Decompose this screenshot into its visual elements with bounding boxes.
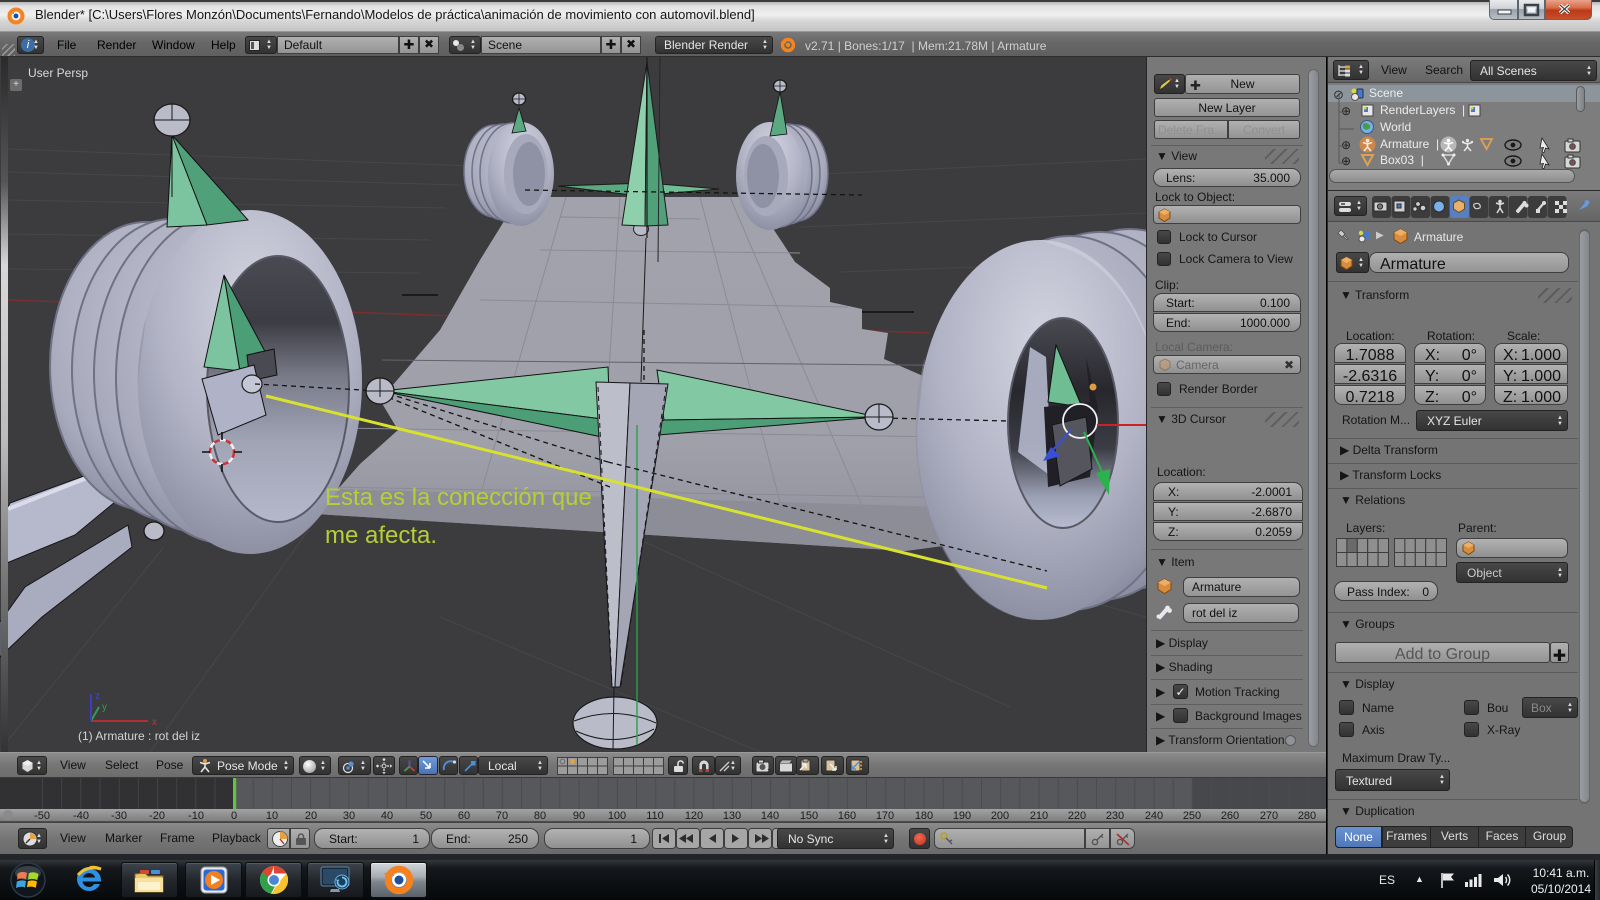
svg-text:220: 220	[1068, 810, 1086, 822]
svg-text:150: 150	[800, 810, 818, 822]
svg-text:250: 250	[1183, 810, 1201, 822]
svg-text:50: 50	[420, 810, 432, 822]
svg-text:200: 200	[991, 810, 1009, 822]
svg-text:190: 190	[953, 810, 971, 822]
svg-text:-30: -30	[111, 810, 127, 822]
svg-text:180: 180	[915, 810, 933, 822]
svg-text:110: 110	[646, 810, 664, 822]
svg-text:120: 120	[685, 810, 703, 822]
svg-text:130: 130	[723, 810, 741, 822]
svg-text:40: 40	[381, 810, 393, 822]
svg-text:270: 270	[1260, 810, 1278, 822]
svg-text:-50: -50	[34, 810, 50, 822]
svg-text:280: 280	[1298, 810, 1316, 822]
svg-text:60: 60	[458, 810, 470, 822]
svg-text:10: 10	[266, 810, 278, 822]
svg-text:70: 70	[496, 810, 508, 822]
svg-text:240: 240	[1145, 810, 1163, 822]
svg-text:230: 230	[1106, 810, 1124, 822]
svg-text:-20: -20	[149, 810, 165, 822]
svg-text:170: 170	[876, 810, 894, 822]
svg-text:0: 0	[231, 810, 237, 822]
svg-text:210: 210	[1030, 810, 1048, 822]
svg-text:y: y	[102, 702, 107, 713]
svg-text:-10: -10	[188, 810, 204, 822]
svg-text:100: 100	[608, 810, 626, 822]
svg-text:z: z	[95, 691, 100, 702]
svg-text:90: 90	[573, 810, 585, 822]
svg-text:20: 20	[305, 810, 317, 822]
svg-text:80: 80	[534, 810, 546, 822]
svg-text:260: 260	[1221, 810, 1239, 822]
svg-text:30: 30	[343, 810, 355, 822]
svg-text:-40: -40	[73, 810, 89, 822]
svg-text:140: 140	[761, 810, 779, 822]
svg-text:160: 160	[838, 810, 856, 822]
svg-text:x: x	[152, 717, 157, 728]
